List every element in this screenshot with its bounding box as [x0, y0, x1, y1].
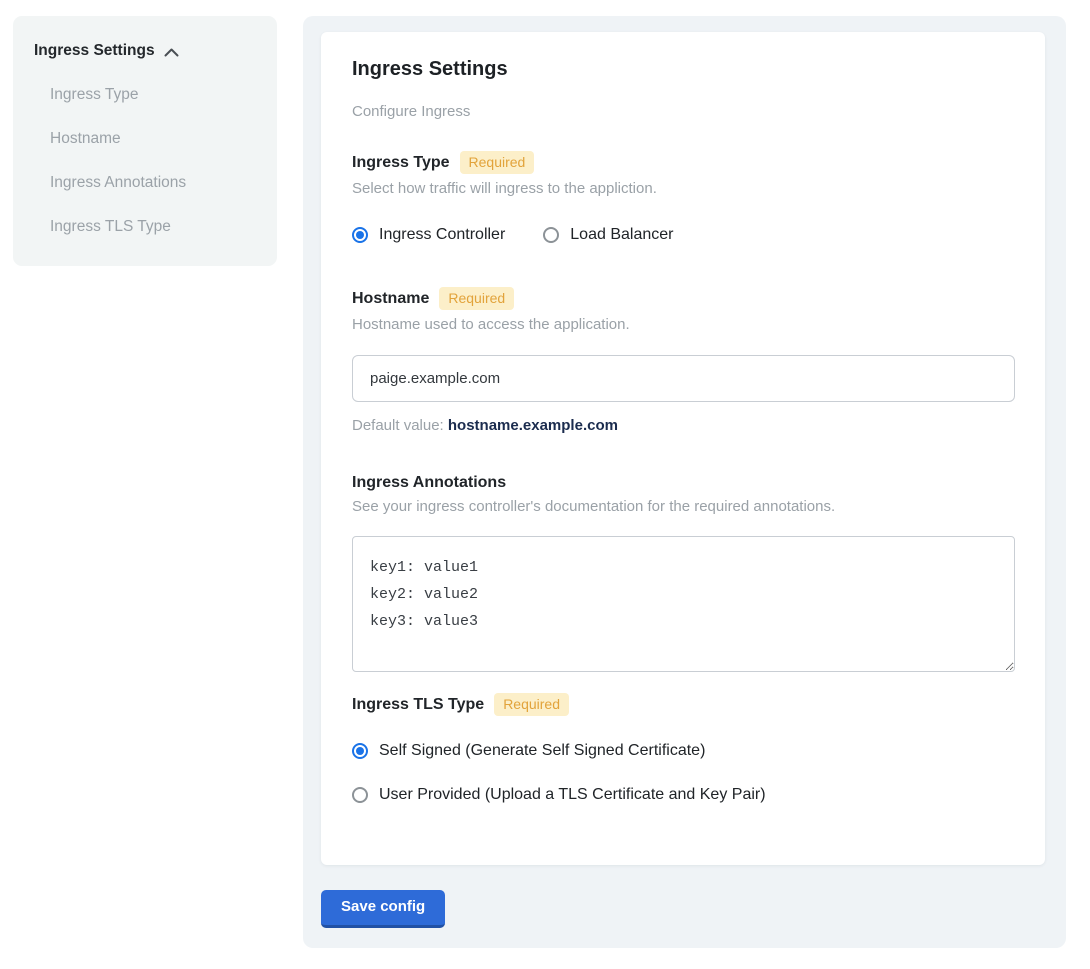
sidebar-item-ingress-annotations[interactable]: Ingress Annotations [34, 174, 257, 192]
required-badge: Required [460, 151, 535, 174]
ingress-type-radio-group: Ingress Controller Load Balancer [352, 226, 1015, 244]
ingress-settings-panel: Ingress Settings Configure Ingress Ingre… [303, 16, 1066, 948]
radio-unselected-icon[interactable] [543, 227, 559, 243]
tls-type-section: Ingress TLS Type Required Self Signed (G… [352, 693, 1015, 804]
radio-load-balancer-label: Load Balancer [570, 226, 673, 244]
radio-load-balancer[interactable]: Load Balancer [543, 226, 673, 244]
chevron-up-icon [164, 48, 179, 57]
radio-selected-icon[interactable] [352, 227, 368, 243]
hostname-default-hint: Default value: hostname.example.com [352, 417, 1015, 434]
save-config-button[interactable]: Save config [321, 890, 445, 928]
sidebar-item-ingress-tls-type[interactable]: Ingress TLS Type [34, 218, 257, 236]
tls-type-label: Ingress TLS Type [352, 696, 484, 714]
ingress-type-label: Ingress Type [352, 154, 450, 172]
sidebar-nav: Ingress Type Hostname Ingress Annotation… [34, 86, 257, 236]
required-badge: Required [439, 287, 514, 310]
ingress-type-description: Select how traffic will ingress to the a… [352, 180, 1015, 197]
settings-sidebar: Ingress Settings Ingress Type Hostname I… [13, 16, 277, 266]
annotations-section: Ingress Annotations See your ingress con… [352, 474, 1015, 672]
radio-user-provided-label: User Provided (Upload a TLS Certificate … [379, 786, 766, 804]
page-title: Ingress Settings [352, 58, 1015, 81]
radio-unselected-icon[interactable] [352, 787, 368, 803]
hostname-label: Hostname [352, 290, 429, 308]
sidebar-item-hostname[interactable]: Hostname [34, 130, 257, 148]
hostname-description: Hostname used to access the application. [352, 316, 1015, 333]
radio-ingress-controller[interactable]: Ingress Controller [352, 226, 505, 244]
ingress-type-section: Ingress Type Required Select how traffic… [352, 151, 1015, 244]
sidebar-item-ingress-type[interactable]: Ingress Type [34, 86, 257, 104]
page-subtitle: Configure Ingress [352, 103, 1015, 120]
tls-type-radio-group: Self Signed (Generate Self Signed Certif… [352, 742, 1015, 804]
radio-ingress-controller-label: Ingress Controller [379, 226, 505, 244]
radio-user-provided[interactable]: User Provided (Upload a TLS Certificate … [352, 786, 1015, 804]
hostname-input[interactable] [352, 355, 1015, 402]
annotations-textarea[interactable]: key1: value1 key2: value2 key3: value3 [352, 536, 1015, 672]
required-badge: Required [494, 693, 569, 716]
radio-selected-icon[interactable] [352, 743, 368, 759]
annotations-description: See your ingress controller's documentat… [352, 498, 1015, 515]
hostname-default-prefix: Default value: [352, 417, 448, 434]
radio-self-signed-label: Self Signed (Generate Self Signed Certif… [379, 742, 705, 760]
annotations-label: Ingress Annotations [352, 474, 506, 492]
ingress-settings-card: Ingress Settings Configure Ingress Ingre… [321, 32, 1045, 865]
radio-self-signed[interactable]: Self Signed (Generate Self Signed Certif… [352, 742, 1015, 760]
sidebar-section-title: Ingress Settings [34, 42, 155, 60]
hostname-section: Hostname Required Hostname used to acces… [352, 287, 1015, 434]
sidebar-section-toggle[interactable]: Ingress Settings [34, 42, 257, 60]
hostname-default-value: hostname.example.com [448, 417, 618, 434]
